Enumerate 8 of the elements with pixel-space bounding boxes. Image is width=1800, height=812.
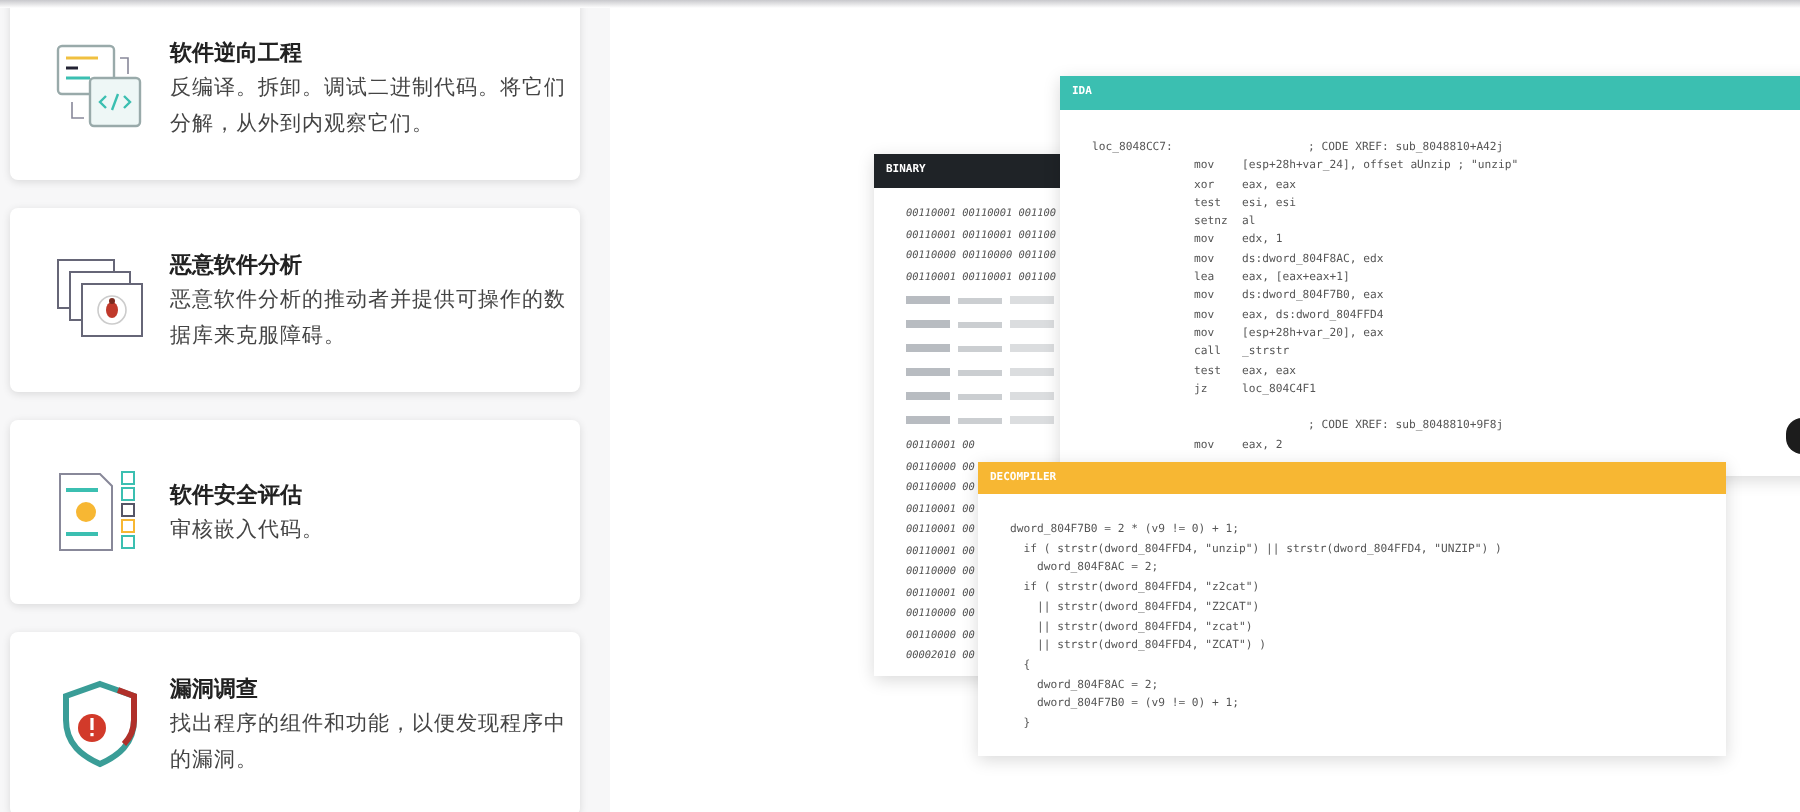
feature-title: 软件安全评估 (170, 479, 304, 511)
feature-title: 恶意软件分析 (170, 249, 304, 281)
feature-description: 审核嵌入代码。 (170, 515, 326, 545)
feature-title: 漏洞调查 (170, 673, 260, 705)
feature-description: 找出程序的组件和功能，以便发现程序中的漏洞。 (170, 709, 568, 775)
feature-description: 恶意软件分析的推动者并提供可操作的数据库来克服障碍。 (170, 285, 568, 351)
feature-description: 反编译。拆卸。调试二进制代码。将它们分解，从外到内观察它们。 (170, 73, 568, 139)
feature-title: 软件逆向工程 (170, 37, 304, 69)
